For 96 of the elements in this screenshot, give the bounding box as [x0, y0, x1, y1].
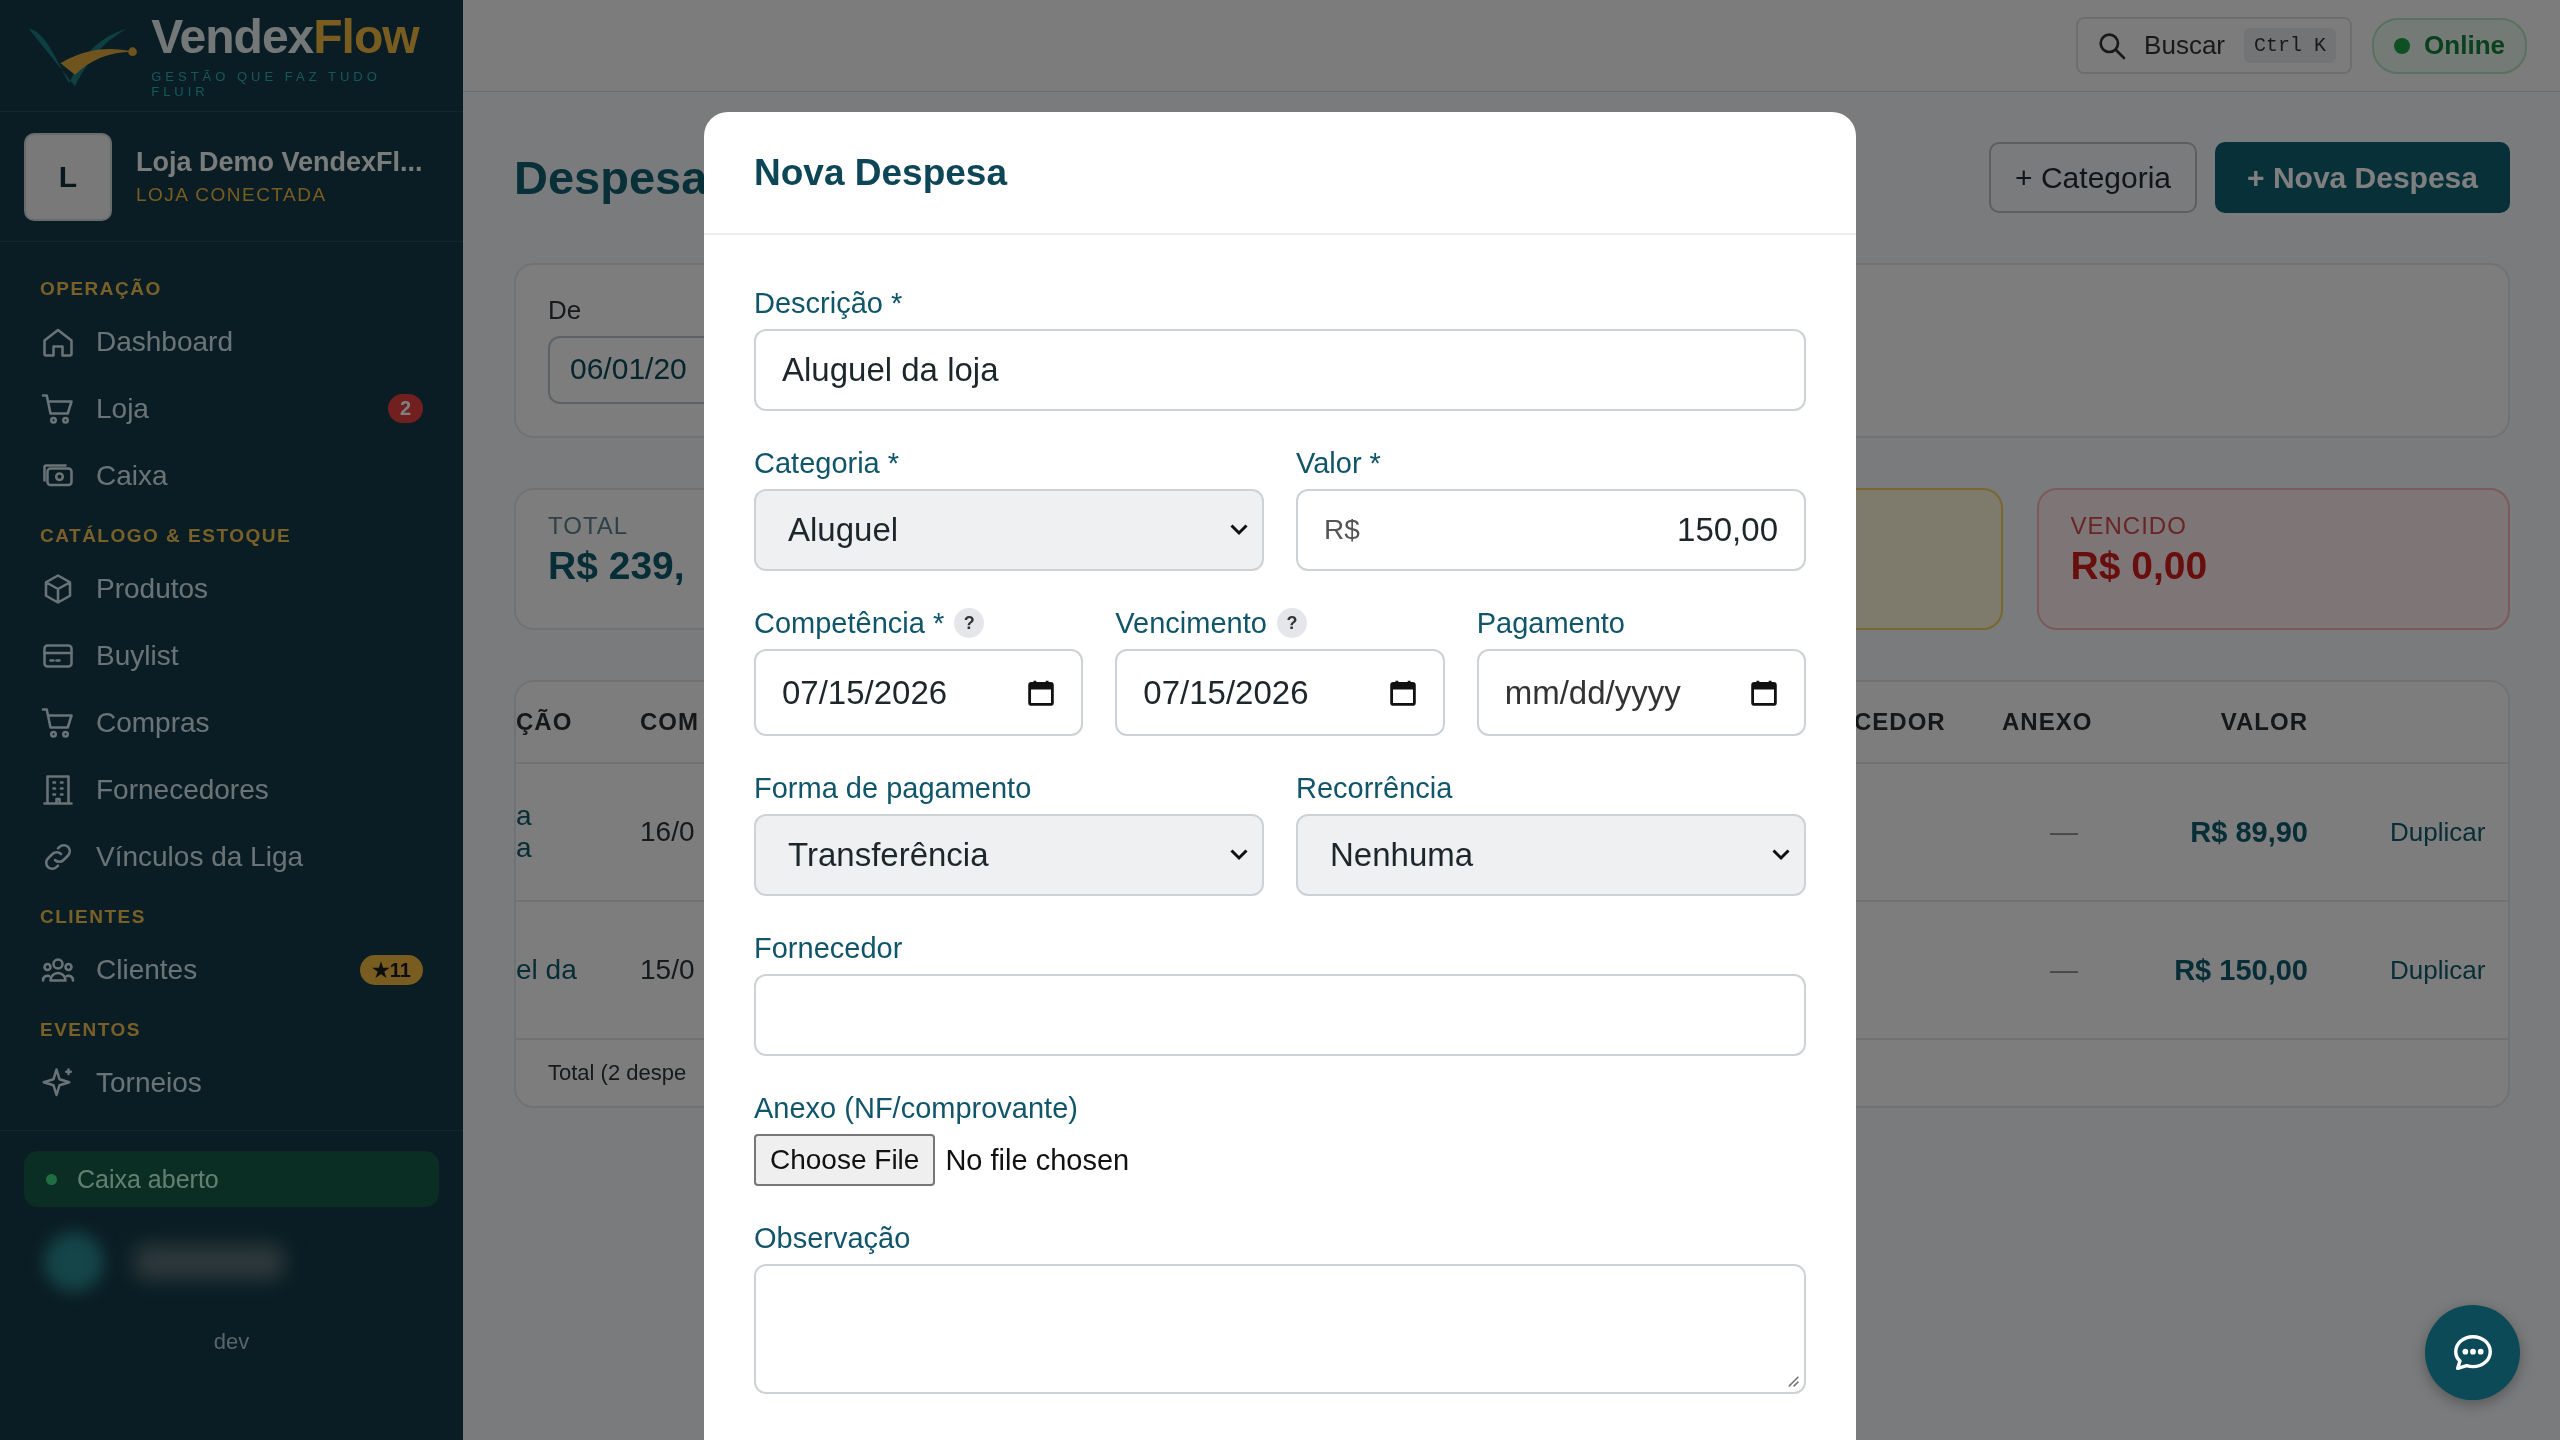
stat-label: VENCIDO [2070, 512, 2187, 540]
nav-item[interactable]: Produtos [0, 555, 463, 622]
nav-label: Torneios [96, 1066, 203, 1099]
count-badge: ★11 [359, 954, 423, 985]
date-field[interactable]: mm/dd/yyyy [1476, 649, 1806, 736]
brand-name: VendexFlow [151, 12, 421, 61]
action-button[interactable]: + Nova Despesa [2215, 142, 2510, 213]
nav-item[interactable]: Vínculos da Liga [0, 823, 463, 890]
nav-label: Vínculos da Liga [96, 840, 305, 873]
table-cell: 16/0 [640, 816, 695, 847]
help-hint[interactable]: ? [954, 608, 985, 638]
select-field[interactable]: Transferência [754, 814, 1264, 896]
calendar-icon [1750, 678, 1778, 707]
table-cell-text: — [2049, 816, 2078, 847]
file-status: No file chosen [945, 1143, 1130, 1177]
brand-tagline: GESTÃO QUE FAZ TUDO FLUIR [151, 68, 382, 99]
table-cell: 15/0 [640, 954, 695, 985]
textarea-field[interactable] [754, 1264, 1806, 1394]
nav-item[interactable]: Clientes ★11 [0, 936, 463, 1003]
search-field[interactable]: Buscar Ctrl K [2076, 17, 2353, 74]
date-field[interactable]: 07/15/2026 [754, 649, 1084, 736]
duplicate-link[interactable]: Duplicar [2390, 955, 2486, 985]
shortcut-key: Ctrl K [2244, 28, 2337, 63]
column-header: ANEXO [2002, 708, 2094, 736]
calendar-icon [1388, 678, 1417, 707]
chevron-icon [1772, 849, 1790, 861]
date-field[interactable]: 07/15/2026 [1115, 649, 1445, 736]
section-title: CATÁLOGO & ESTOQUE [39, 524, 293, 548]
table-cell: R$ 89,90 [2190, 815, 2308, 848]
store-avatar: L [24, 132, 112, 221]
field-label: Competência * [754, 606, 945, 640]
select-field[interactable]: Nenhuma [1296, 814, 1806, 896]
section-title: EVENTOS [39, 1018, 142, 1042]
nav-label: Dashboard [96, 325, 234, 358]
text-field[interactable]: Aluguel da loja [754, 329, 1806, 411]
nav-label: Compras [96, 706, 211, 739]
select-field[interactable]: Aluguel [754, 489, 1264, 571]
duplicate-link[interactable]: Duplicar [2390, 817, 2486, 847]
nav-item[interactable]: Dashboard [0, 308, 463, 375]
table-cell-text: — [2049, 954, 2078, 985]
currency-field[interactable]: R$ 150,00 [1296, 489, 1806, 571]
text-field[interactable] [754, 974, 1806, 1056]
nav-label: Caixa [96, 459, 169, 492]
column-header: CEDOR [1854, 708, 1947, 736]
section-title: CLIENTES [39, 905, 147, 929]
chevron-icon [1230, 524, 1248, 536]
nav-label: Buylist [96, 639, 180, 672]
nav-item[interactable]: Buylist [0, 622, 463, 689]
section-title: OPERAÇÃO [39, 277, 163, 301]
column-header: ÇÃO [516, 708, 574, 736]
field-label: Vencimento [1115, 606, 1267, 640]
column-header: VALOR [2219, 708, 2309, 736]
table-footer: Total (2 despe [548, 1060, 687, 1086]
help-hint[interactable]: ? [1276, 608, 1307, 638]
nav-item[interactable]: Fornecedores [0, 756, 463, 823]
currency-prefix: R$ [1324, 514, 1360, 546]
nav-label: Fornecedores [96, 773, 270, 806]
choose-file-button[interactable]: Choose File [754, 1134, 936, 1186]
nav-item[interactable]: Loja 2 [0, 375, 463, 442]
field-label: Observação [754, 1221, 911, 1255]
online-status: Online [2372, 17, 2527, 74]
cash-status-pill: Caixa aberto [24, 1151, 439, 1207]
nav-label: Clientes [96, 953, 199, 986]
table-cell: a a [516, 800, 532, 864]
field-label: Forma de pagamento [754, 771, 1032, 805]
page-title: Despesa [514, 150, 708, 205]
calendar-icon [1027, 678, 1056, 707]
store-name: Loja Demo VendexFl... [136, 147, 423, 178]
store-status: LOJA CONECTADA [136, 184, 328, 206]
stat-value: R$ 239, [548, 544, 685, 588]
nav-label: Produtos [96, 572, 210, 605]
nav-item[interactable]: Caixa [0, 442, 463, 509]
action-button[interactable]: + Categoria [1989, 142, 2198, 213]
chevron-icon [1230, 849, 1248, 861]
column-header: COM [640, 708, 700, 736]
chat-button[interactable] [2425, 1305, 2520, 1400]
search-placeholder: Buscar [2144, 30, 2226, 61]
field-label: Categoria * [754, 446, 900, 480]
nav-item[interactable]: Compras [0, 689, 463, 756]
modal-title: Nova Despesa [754, 151, 1007, 194]
table-cell: R$ 150,00 [2174, 953, 2308, 986]
nav-item[interactable]: Torneios [0, 1049, 463, 1116]
count-badge: 2 [387, 394, 423, 423]
field-label: Recorrência [1296, 771, 1453, 805]
field-label: Descrição * [754, 286, 903, 320]
field-label: Pagamento [1476, 606, 1625, 640]
environment-label: dev [213, 1329, 250, 1355]
nav-label: Loja [96, 392, 150, 425]
field-label: Anexo (NF/comprovante) [754, 1091, 1078, 1125]
field-label: Fornecedor [754, 931, 903, 965]
filter-label: De [548, 295, 582, 326]
table-cell: el da [516, 954, 577, 986]
stat-value: R$ 0,00 [2070, 544, 2208, 588]
field-label: Valor * [1296, 446, 1381, 480]
blurred-avatar [44, 1232, 104, 1292]
stat-label: TOTAL [548, 512, 629, 540]
